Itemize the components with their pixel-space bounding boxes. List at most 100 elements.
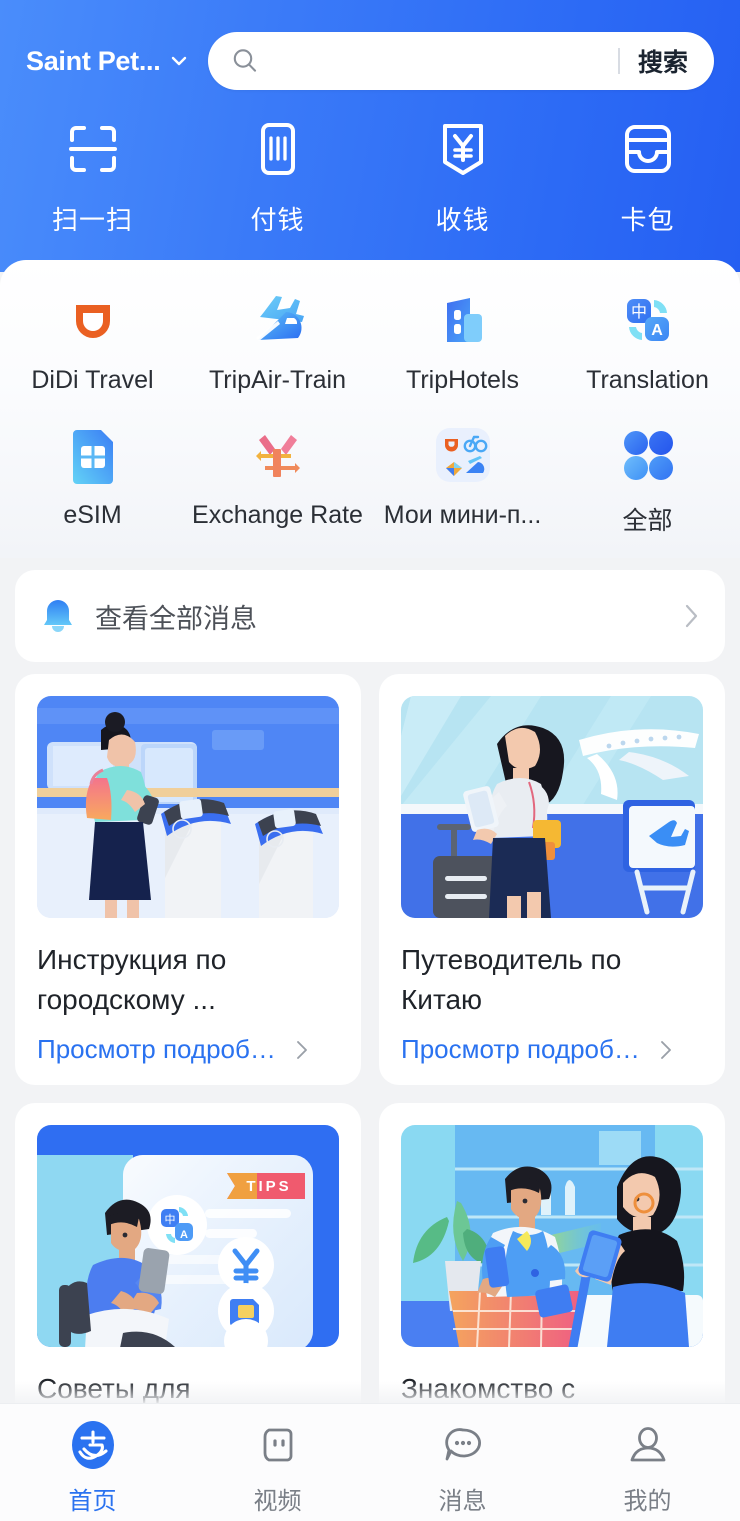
app-root: Saint Pet... 搜索 扫一扫 付钱 收钱 卡包 DiDi Travel… [0,0,740,1521]
tab-label: 我的 [623,1488,672,1515]
miniapp-translation[interactable]: 中 A Translation [555,282,740,395]
miniapp-label: 全部 [622,507,673,535]
card-link-label: Просмотр подробн... [401,1034,649,1064]
chevron-right-icon [297,1040,307,1059]
profile-person-icon [630,1427,665,1462]
plane-train-icon [255,296,304,341]
illustration-svg: TIPS 中 A [37,1125,339,1347]
card-illustration-airport [401,696,703,918]
app-icon-wrap [55,282,131,358]
miniapp-tripair-train[interactable]: TripAir-Train [185,282,370,395]
tab-label: 消息 [438,1488,487,1515]
svg-text:中: 中 [630,302,646,321]
app-icon-wrap [425,417,501,493]
tab-home[interactable]: 首页 [0,1418,185,1516]
svg-text:A: A [180,1229,188,1241]
quick-action-label: 付钱 [250,205,305,235]
app-icon-wrap [240,282,316,358]
chevron-down-icon [172,56,187,66]
search-bar[interactable]: 搜索 [208,32,714,90]
quick-action-wallet[interactable]: 卡包 [555,112,740,237]
miniapp-label: Exchange Rate [192,501,363,529]
notice-bar[interactable]: 查看全部消息 [15,570,725,662]
bottom-tab-bar: 首页 视频 消息 我的 [0,1403,740,1521]
receive-money-icon [442,124,483,175]
card-illustration-shop-checkout [401,1125,703,1347]
card-link[interactable]: Просмотр подробн... [37,1034,339,1065]
miniapp-label: Мои мини-п... [383,501,542,529]
content-card[interactable]: Инструкция по городскому ... Просмотр по… [15,674,361,1085]
quick-action-receive[interactable]: 收钱 [370,112,555,237]
quick-action-label: 扫一扫 [51,205,133,235]
chevron-right-icon [661,1040,671,1059]
location-selector[interactable]: Saint Pet... [26,46,190,77]
miniapp-my-miniapps[interactable]: Мои мини-п... [370,417,555,537]
search-button[interactable]: 搜索 [638,43,714,79]
tab-label: 视频 [253,1488,302,1515]
card-illustration-metro-gate [37,696,339,918]
quick-action-pay[interactable]: 付钱 [185,112,370,237]
location-label: Saint Pet... [26,45,161,76]
card-link-label: Просмотр подробн... [37,1034,285,1064]
miniapp-label: eSIM [63,501,122,529]
search-divider [617,48,620,74]
message-bubble-icon [444,1428,481,1461]
card-illustration-tips: TIPS 中 A [37,1125,339,1347]
miniapps-panel: DiDi Travel TripAir-Train TripHotels 中 A… [0,260,740,558]
bell-icon [44,600,72,632]
barcode-pay-icon [260,123,295,175]
app-icon-wrap: 中 A [610,282,686,358]
alipay-logo-icon [71,1421,114,1469]
search-icon [234,49,257,72]
scan-icon [68,126,117,172]
miniapp-esim[interactable]: eSIM [0,417,185,537]
content-card-grid: Инструкция по городскому ... Просмотр по… [15,674,725,1469]
sim-card-icon [72,430,113,484]
video-icon [263,1428,292,1462]
header-top-bar: Saint Pet... 搜索 [0,0,740,90]
notice-label: 查看全部消息 [95,603,257,634]
miniapps-row-1: DiDi Travel TripAir-Train TripHotels 中 A… [0,282,740,395]
chevron-right-icon [685,604,698,628]
quick-action-label: 收钱 [435,205,490,235]
card-link[interactable]: Просмотр подробн... [401,1034,703,1065]
illustration-svg [37,696,339,918]
miniapp-didi-travel[interactable]: DiDi Travel [0,282,185,395]
miniapp-exchange-rate[interactable]: Exchange Rate [185,417,370,537]
svg-text:中: 中 [165,1213,176,1226]
tab-label: 首页 [68,1488,117,1515]
miniapp-label: TripAir-Train [208,366,347,394]
card-wallet-icon [624,125,671,173]
quick-actions-row: 扫一扫 付钱 收钱 卡包 [0,90,740,237]
illustration-svg [401,1125,703,1347]
miniapp-all[interactable]: 全部 [555,417,740,537]
quick-action-label: 卡包 [620,205,675,235]
content-card[interactable]: Путеводитель по Китаю Просмотр подробн..… [379,674,725,1085]
svg-text:TIPS: TIPS [246,1178,291,1195]
card-title: Путеводитель по Китаю [401,944,622,1015]
all-apps-grid-icon [623,431,673,480]
app-icon-wrap [610,417,686,493]
header: Saint Pet... 搜索 扫一扫 付钱 收钱 卡包 [0,0,740,272]
tab-messages[interactable]: 消息 [370,1418,555,1516]
miniapps-row-2: eSIM Exchange Rate Мои мини-п... 全部 [0,417,740,537]
hotel-building-icon [446,298,482,342]
miniapp-label: Translation [586,366,709,394]
quick-action-scan[interactable]: 扫一扫 [0,112,185,237]
search-input[interactable] [260,47,618,75]
exchange-rate-icon [255,435,300,477]
miniapp-label: DiDi Travel [31,366,154,394]
app-icon-wrap [240,417,316,493]
my-miniapps-icon [435,428,490,482]
didi-icon [75,305,110,338]
card-title: Инструкция по городскому ... [37,944,227,1015]
app-icon-wrap [425,282,501,358]
tab-video[interactable]: 视频 [185,1418,370,1516]
tab-profile[interactable]: 我的 [555,1418,740,1516]
app-icon-wrap [55,417,131,493]
svg-text:A: A [651,322,663,339]
miniapp-triphotels[interactable]: TripHotels [370,282,555,395]
translate-icon: 中 A [626,299,669,341]
illustration-svg [401,696,703,918]
miniapp-label: TripHotels [406,366,519,394]
